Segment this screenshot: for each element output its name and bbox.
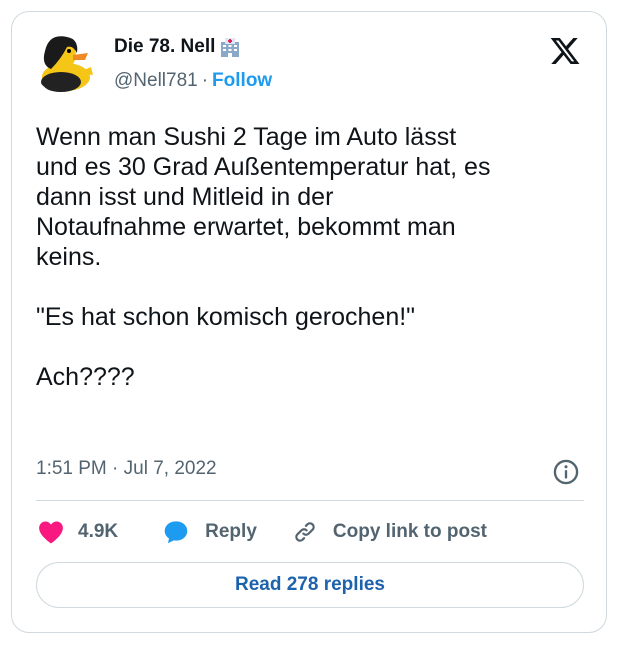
read-replies-button[interactable]: Read 278 replies — [36, 562, 584, 608]
reply-label: Reply — [205, 521, 257, 542]
info-icon[interactable] — [552, 458, 580, 486]
x-logo-icon[interactable] — [548, 35, 582, 67]
follow-button[interactable]: Follow — [212, 70, 272, 91]
action-bar: 4.9K Reply Copy link to post — [36, 515, 487, 549]
heart-icon — [39, 521, 63, 544]
hospital-icon — [221, 38, 240, 57]
divider — [36, 500, 584, 501]
link-icon — [295, 522, 315, 542]
like-count: 4.9K — [78, 521, 119, 542]
tweet-text: Wenn man Sushi 2 Tage im Auto lässt und … — [36, 123, 491, 391]
reply-button[interactable]: Reply — [161, 517, 291, 547]
rubber-duck-avatar-icon — [41, 36, 93, 92]
author-handle[interactable]: @Nell781 — [114, 70, 198, 91]
speech-bubble-icon — [164, 521, 188, 544]
handle-row: @Nell781 · Follow — [114, 70, 272, 92]
tweet-timestamp[interactable]: 1:51 PM · Jul 7, 2022 — [36, 458, 217, 480]
display-name[interactable]: Die 78. Nell — [114, 36, 215, 58]
like-button[interactable]: 4.9K — [36, 517, 161, 547]
avatar[interactable] — [33, 29, 99, 95]
copy-link-button[interactable]: Copy link to post — [291, 518, 487, 546]
separator: · — [201, 70, 209, 91]
copy-link-label: Copy link to post — [332, 521, 487, 542]
author-name[interactable]: Die 78. Nell — [114, 36, 241, 58]
